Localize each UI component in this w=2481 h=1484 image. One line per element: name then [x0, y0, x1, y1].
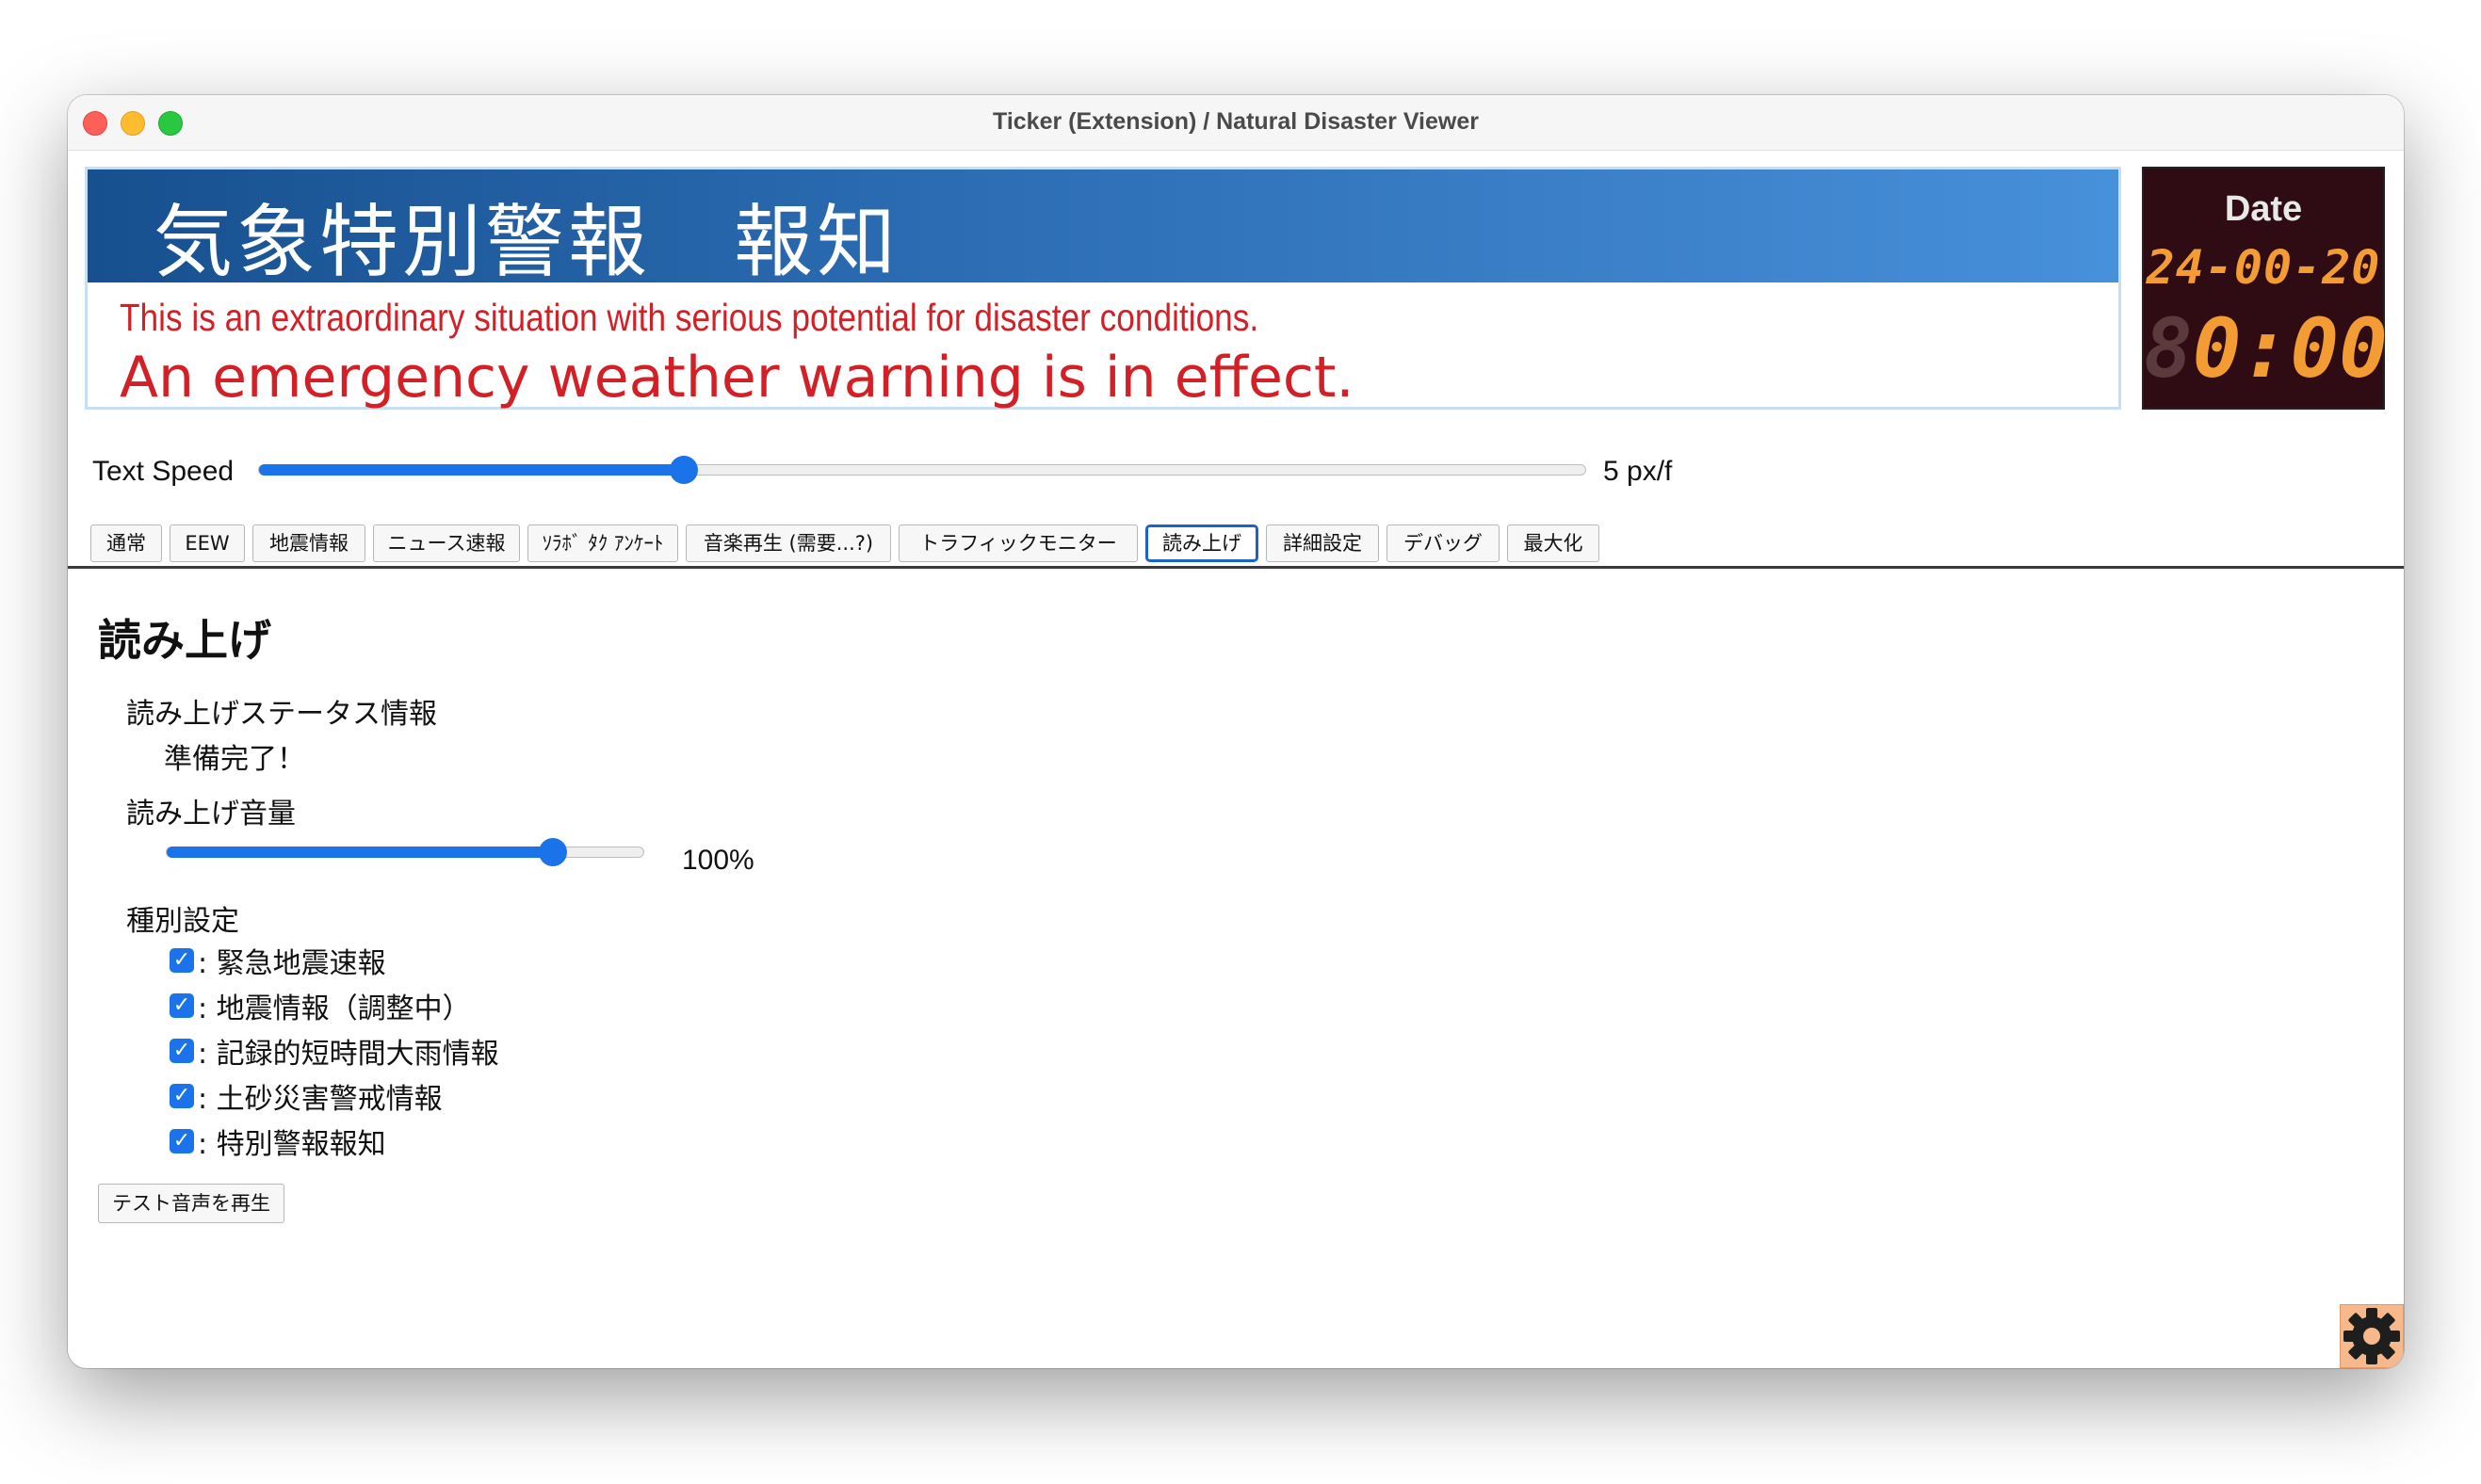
volume-slider-fill — [167, 847, 553, 858]
type-eew-label: : 緊急地震速報 — [198, 947, 386, 980]
clock-time-display: 80:00 — [2144, 302, 2388, 396]
play-test-audio-button[interactable]: テスト音声を再生 — [98, 1184, 284, 1223]
clock-date: 24-00-20 — [2146, 240, 2381, 295]
text-speed-slider-thumb[interactable] — [669, 456, 698, 484]
banner-message-line-1: This is an extraordinary situation with … — [120, 296, 1259, 339]
volume-value: 100% — [682, 845, 754, 876]
tab-eew[interactable]: EEW — [170, 524, 245, 562]
text-speed-slider[interactable] — [258, 456, 1586, 484]
window-title: Ticker (Extension) / Natural Disaster Vi… — [993, 108, 1479, 135]
type-heavy-rain-label: : 記録的短時間大雨情報 — [198, 1038, 499, 1071]
type-special-warning-label: : 特別警報報知 — [198, 1128, 386, 1161]
text-speed-label: Text Speed — [92, 456, 235, 487]
tab-earthquake-info[interactable]: 地震情報 — [252, 524, 365, 562]
type-landslide-label: : 土砂災害警戒情報 — [198, 1083, 443, 1116]
clock-time: 0:00 — [2192, 302, 2388, 396]
status-label: 読み上げステータス情報 — [126, 698, 437, 731]
app-window: Ticker (Extension) / Natural Disaster Vi… — [68, 95, 2404, 1368]
clock-label: Date — [2224, 189, 2303, 229]
tab-advanced-settings[interactable]: 詳細設定 — [1266, 524, 1379, 562]
tab-survey[interactable]: ｿﾗﾎﾞ ﾀｸ ｱﾝｹｰﾄ — [527, 524, 678, 562]
type-landslide-checkbox[interactable]: ✓ — [170, 1084, 194, 1108]
type-earthquake-info-checkbox[interactable]: ✓ — [170, 993, 194, 1018]
type-special-warning-row: ✓ : 特別警報報知 — [170, 1122, 386, 1161]
type-eew-checkbox[interactable]: ✓ — [170, 948, 194, 973]
banner-title: 気象特別警報 報知 — [154, 196, 900, 288]
type-heavy-rain-checkbox[interactable]: ✓ — [170, 1039, 194, 1063]
type-earthquake-info-label: : 地震情報（調整中） — [198, 992, 471, 1025]
tab-maximize[interactable]: 最大化 — [1507, 524, 1599, 562]
volume-label: 読み上げ音量 — [126, 798, 296, 831]
gear-icon — [2343, 1308, 2400, 1364]
type-earthquake-info-row: ✓ : 地震情報（調整中） — [170, 987, 471, 1025]
title-bar: Ticker (Extension) / Natural Disaster Vi… — [68, 95, 2404, 151]
settings-button[interactable] — [2340, 1304, 2404, 1368]
type-special-warning-checkbox[interactable]: ✓ — [170, 1129, 194, 1153]
banner-header: 気象特別警報 報知 — [88, 169, 2118, 288]
volume-slider[interactable] — [166, 838, 644, 866]
tab-traffic-monitor[interactable]: トラフィックモニター — [899, 524, 1138, 562]
banner-message-line-2: An emergency weather warning is in effec… — [120, 345, 1354, 411]
tab-debug[interactable]: デバッグ — [1386, 524, 1500, 562]
tab-music-playback[interactable]: 音楽再生 (需要...?) — [686, 524, 891, 562]
text-speed-value: 5 px/f — [1603, 456, 1673, 487]
panel-heading: 読み上げ — [98, 615, 271, 666]
type-eew-row: ✓ : 緊急地震速報 — [170, 942, 386, 980]
text-speed-slider-fill — [259, 464, 684, 476]
tab-normal[interactable]: 通常 — [90, 524, 162, 562]
clock-panel: Date 24-00-20 80:00 — [2142, 167, 2388, 410]
type-heavy-rain-row: ✓ : 記録的短時間大雨情報 — [170, 1032, 499, 1071]
tab-breaking-news[interactable]: ニュース速報 — [373, 524, 520, 562]
tab-read-aloud[interactable]: 読み上げ — [1145, 524, 1258, 562]
volume-slider-thumb[interactable] — [538, 838, 567, 866]
warning-banner: 気象特別警報 報知 This is an extraordinary situa… — [85, 167, 2121, 411]
status-value: 準備完了！ — [164, 743, 305, 776]
types-label: 種別設定 — [126, 905, 239, 938]
type-landslide-row: ✓ : 土砂災害警戒情報 — [170, 1077, 443, 1116]
tab-divider — [68, 566, 2404, 569]
clock-time-ghost-digit: 8 — [2144, 302, 2193, 396]
